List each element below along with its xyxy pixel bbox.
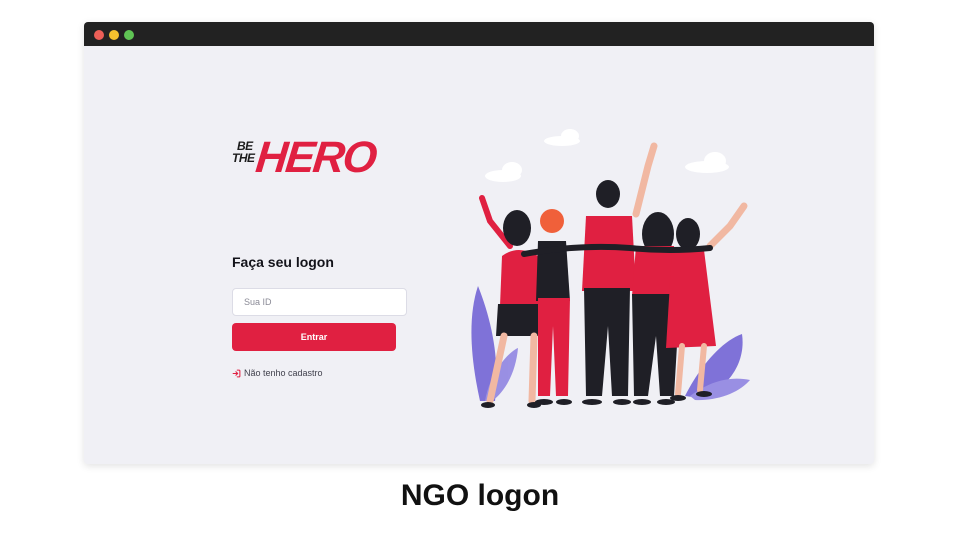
group-of-friends-illustration (471, 129, 750, 408)
logon-page: BE THE HERO Faça seu logon Entrar Não te… (84, 46, 874, 464)
window-titlebar (84, 22, 874, 46)
login-button[interactable]: Entrar (232, 323, 396, 351)
logo-hero-text: HERO (253, 133, 378, 182)
page-caption: NGO logon (400, 479, 560, 512)
person-2 (535, 209, 572, 405)
page-title: Faça seu logon (232, 254, 334, 270)
be-the-hero-logo: BE THE HERO (232, 132, 378, 188)
cloud-icon (485, 129, 729, 182)
register-link[interactable]: Não tenho cadastro (232, 368, 323, 378)
logo-the-text: THE (232, 151, 255, 165)
id-input[interactable] (232, 288, 407, 316)
browser-window: BE THE HERO Faça seu logon Entrar Não te… (84, 22, 874, 464)
close-window-button[interactable] (94, 30, 104, 40)
maximize-window-button[interactable] (124, 30, 134, 40)
minimize-window-button[interactable] (109, 30, 119, 40)
log-in-icon (232, 369, 241, 377)
register-link-label: Não tenho cadastro (244, 368, 323, 378)
